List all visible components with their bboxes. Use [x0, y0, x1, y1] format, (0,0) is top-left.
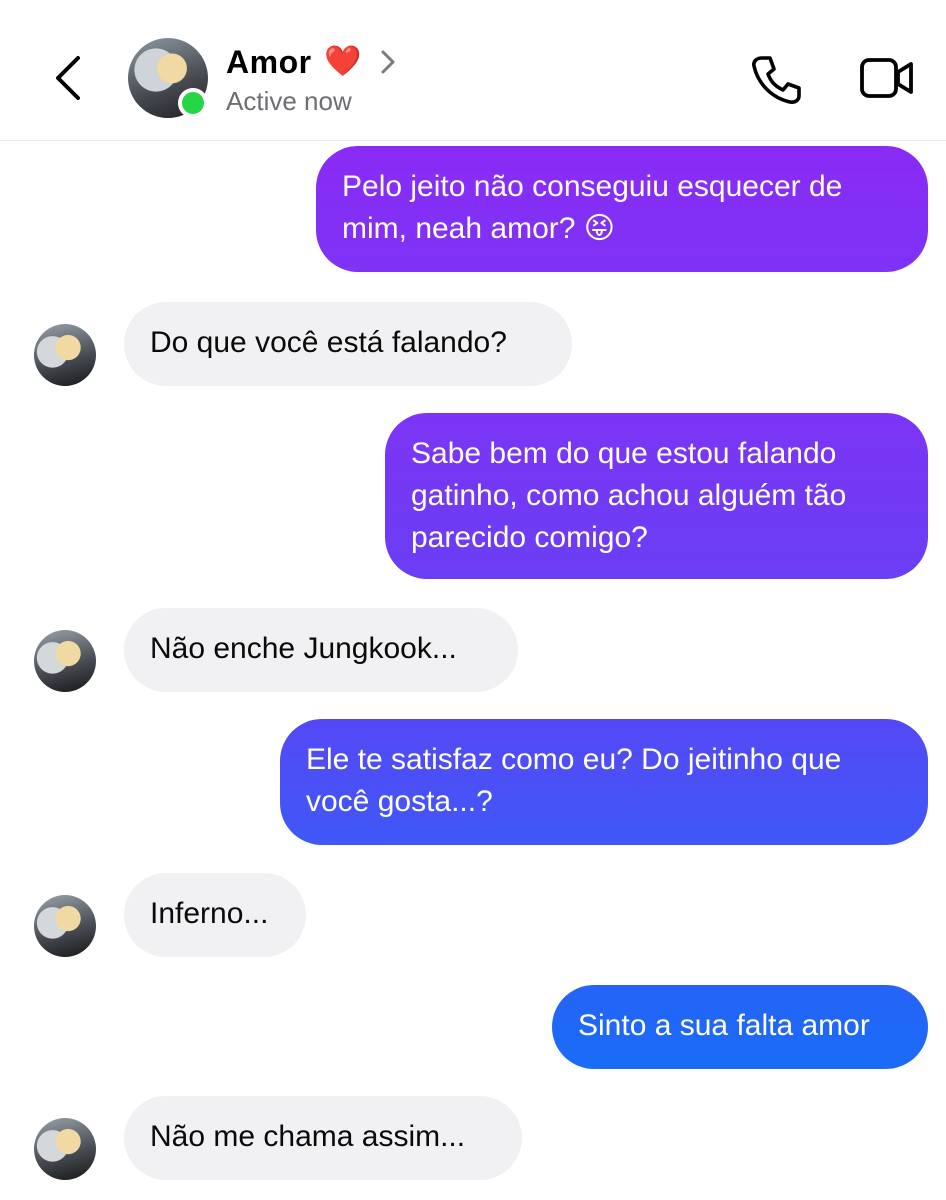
outgoing-message[interactable]: Pelo jeito não conseguiu esquecer de mim…: [316, 146, 928, 272]
active-status: Active now: [226, 86, 352, 116]
contact-avatar-small[interactable]: [34, 324, 96, 386]
incoming-message[interactable]: Não me chama assim...: [124, 1096, 522, 1180]
outgoing-message[interactable]: Sinto a sua falta amor: [552, 985, 928, 1069]
heart-emoji: ❤️: [324, 45, 362, 78]
incoming-message[interactable]: Do que você está falando?: [124, 302, 572, 386]
contact-avatar-small[interactable]: [34, 630, 96, 692]
outgoing-message[interactable]: Ele te satisfaz como eu? Do jeitinho que…: [280, 719, 928, 845]
contact-name[interactable]: Amor: [226, 44, 312, 81]
incoming-message[interactable]: Não enche Jungkook...: [124, 608, 518, 692]
contact-avatar-small[interactable]: [34, 1118, 96, 1180]
chevron-right-icon[interactable]: [378, 48, 398, 76]
online-status-dot: [178, 88, 208, 118]
chat-header: Amor ❤️ Active now: [0, 0, 946, 141]
contact-avatar-small[interactable]: [34, 895, 96, 957]
outgoing-message[interactable]: Sabe bem do que estou falando gatinho, c…: [385, 413, 928, 579]
back-arrow-icon[interactable]: [48, 50, 88, 106]
video-camera-icon[interactable]: [858, 52, 916, 104]
phone-icon[interactable]: [748, 52, 804, 108]
incoming-message[interactable]: Inferno...: [124, 873, 306, 957]
